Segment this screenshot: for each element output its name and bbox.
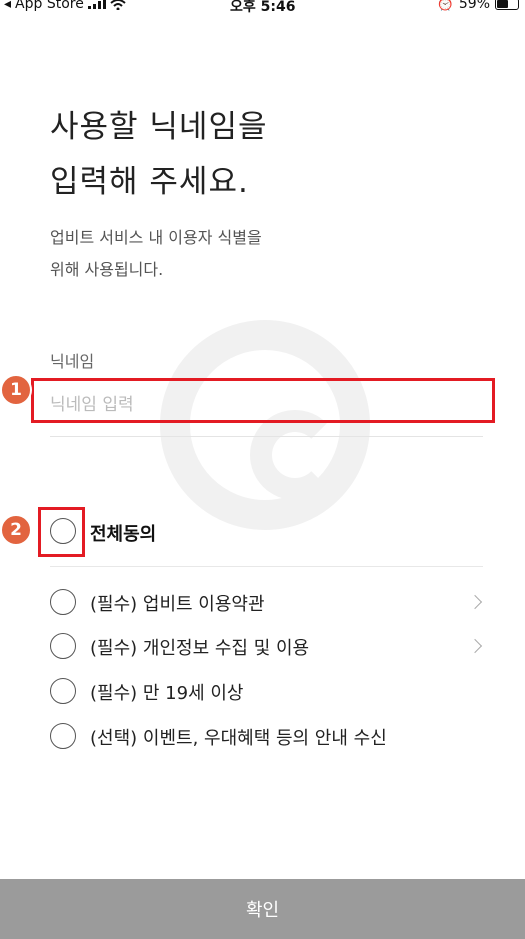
back-arrow-icon[interactable]: ◂ — [4, 0, 11, 12]
back-app-label[interactable]: App Store — [15, 0, 84, 12]
annotation-badge-2: 2 — [0, 514, 32, 546]
highlight-box-agree-all — [38, 507, 85, 557]
confirm-button[interactable]: 확인 — [0, 879, 525, 939]
highlight-box-nickname — [31, 378, 495, 423]
page-title: 사용할 닉네임을 입력해 주세요. — [50, 100, 268, 210]
battery-percent: 59% — [458, 0, 490, 12]
agree-terms-checkbox[interactable] — [50, 589, 76, 615]
page-description: 업비트 서비스 내 이용자 식별을 위해 사용됩니다. — [50, 222, 262, 286]
annotation-badge-1: 1 — [0, 374, 32, 406]
status-right: ⏰ 59% — [436, 0, 519, 12]
agree-all-label[interactable]: 전체동의 — [90, 520, 156, 546]
agree-privacy-label[interactable]: (필수) 개인정보 수집 및 이용 — [90, 634, 309, 660]
page-description-line2: 위해 사용됩니다. — [50, 260, 164, 279]
copyright-watermark — [160, 320, 370, 530]
wifi-icon — [110, 0, 126, 10]
battery-icon — [495, 0, 519, 10]
agree-privacy-checkbox[interactable] — [50, 633, 76, 659]
agree-marketing-checkbox[interactable] — [50, 723, 76, 749]
page-title-line2: 입력해 주세요. — [50, 164, 249, 200]
agree-age-checkbox[interactable] — [50, 678, 76, 704]
agree-marketing-label[interactable]: (선택) 이벤트, 우대혜택 등의 안내 수신 — [90, 724, 387, 750]
agree-age-label[interactable]: (필수) 만 19세 이상 — [90, 679, 243, 705]
status-left: ◂ App Store — [4, 0, 126, 12]
signal-icon — [87, 0, 106, 9]
page-title-line1: 사용할 닉네임을 — [50, 109, 268, 145]
status-bar: ◂ App Store 오후 5:46 ⏰ 59% — [0, 0, 525, 15]
nickname-underline — [50, 436, 483, 437]
copyright-watermark-c — [250, 410, 340, 500]
agreement-divider — [50, 566, 483, 567]
agree-terms-label[interactable]: (필수) 업비트 이용약관 — [90, 590, 265, 616]
chevron-right-icon[interactable] — [467, 638, 483, 654]
status-time: 오후 5:46 — [230, 0, 296, 15]
chevron-right-icon[interactable] — [467, 594, 483, 610]
alarm-icon: ⏰ — [436, 0, 454, 12]
nickname-label: 닉네임 — [50, 352, 95, 371]
page-description-line1: 업비트 서비스 내 이용자 식별을 — [50, 228, 262, 247]
